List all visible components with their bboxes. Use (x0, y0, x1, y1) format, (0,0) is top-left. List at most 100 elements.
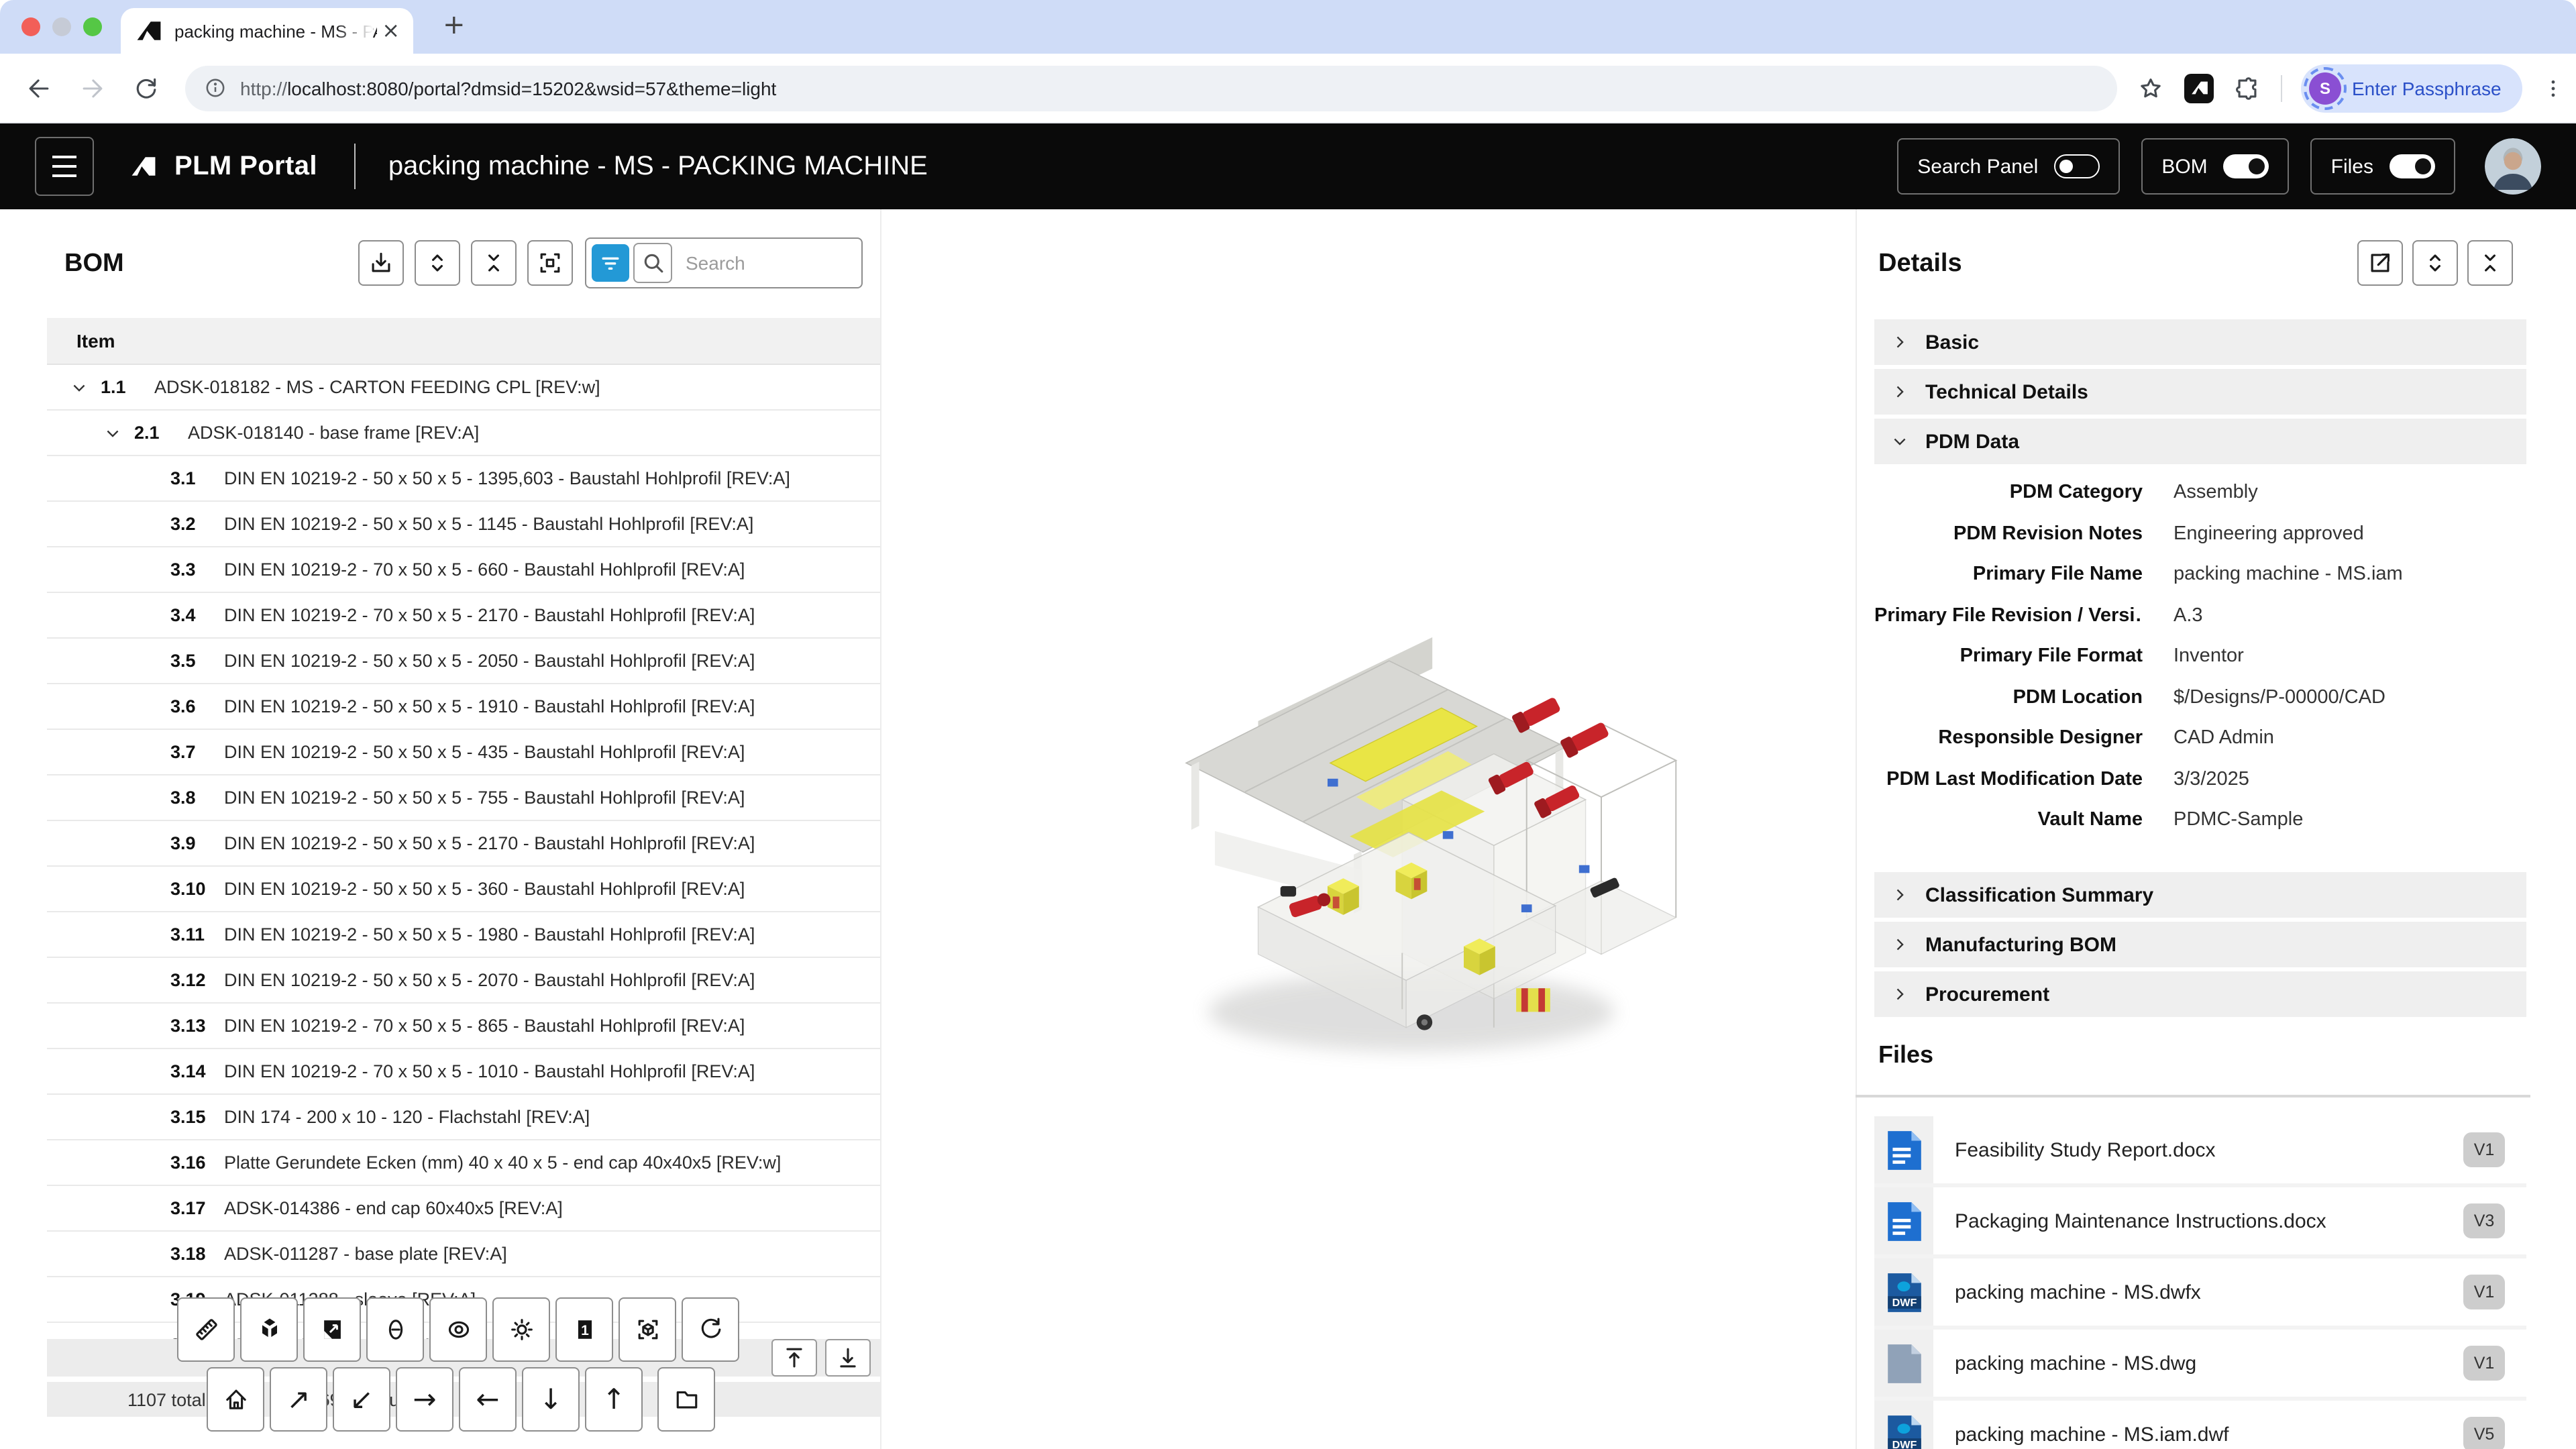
bom-row[interactable]: 3.10DIN EN 10219-2 - 50 x 50 x 5 - 360 -… (47, 867, 880, 912)
bom-row[interactable]: 3.14DIN EN 10219-2 - 70 x 50 x 5 - 1010 … (47, 1049, 880, 1095)
hide-ellipse-button[interactable] (366, 1297, 424, 1362)
minimize-window-button[interactable] (52, 17, 71, 36)
bom-row[interactable]: 3.4DIN EN 10219-2 - 70 x 50 x 5 - 2170 -… (47, 593, 880, 639)
fit-width-button[interactable] (527, 240, 573, 286)
file-row[interactable]: Feasibility Study Report.docxV1 (1874, 1116, 2526, 1183)
zoom-window-button[interactable] (83, 17, 102, 36)
bom-row[interactable]: 3.18ADSK-011287 - base plate [REV:A] (47, 1232, 880, 1277)
bom-row[interactable]: 3.13DIN EN 10219-2 - 70 x 50 x 5 - 865 -… (47, 1004, 880, 1049)
bom-row[interactable]: 3.2DIN EN 10219-2 - 50 x 50 x 5 - 1145 -… (47, 502, 880, 547)
bom-row[interactable]: 3.12DIN EN 10219-2 - 50 x 50 x 5 - 2070 … (47, 958, 880, 1004)
fit-view-button[interactable] (619, 1297, 676, 1362)
filter-icon[interactable] (592, 244, 629, 282)
bom-item-text: DIN EN 10219-2 - 50 x 50 x 5 - 1980 - Ba… (224, 924, 755, 945)
browser-menu-icon[interactable] (2542, 76, 2566, 100)
scroll-to-top-icon[interactable] (771, 1339, 817, 1377)
section-header-pdm-data[interactable]: PDM Data (1874, 419, 2526, 464)
collapse-all-button[interactable] (2467, 240, 2513, 286)
one-view-button[interactable]: 1 (555, 1297, 613, 1362)
section-header-procurement[interactable]: Procurement (1874, 971, 2526, 1017)
assembly-explode-button[interactable] (240, 1297, 298, 1362)
browser-tab-bar: packing machine - MS - PACK × + (0, 0, 2576, 54)
home-button[interactable] (207, 1367, 264, 1432)
close-window-button[interactable] (21, 17, 40, 36)
arrow-right-button[interactable]: → (396, 1367, 453, 1432)
section-header-basic[interactable]: Basic (1874, 319, 2526, 365)
bom-row[interactable]: 3.16Platte Gerundete Ecken (mm) 40 x 40 … (47, 1140, 880, 1186)
open-external-button[interactable] (2357, 240, 2403, 286)
file-row[interactable]: packing machine - MS.dwgV1 (1874, 1330, 2526, 1397)
bom-row[interactable]: 2.1ADSK-018140 - base frame [REV:A] (47, 411, 880, 456)
orbit-reset-button[interactable] (682, 1297, 739, 1362)
file-row[interactable]: DWFpacking machine - MS.iam.dwfV5 (1874, 1401, 2526, 1449)
pdm-field-value: Inventor (2174, 646, 2244, 667)
model-viewport[interactable] (1134, 564, 1684, 1093)
folder-button[interactable] (657, 1367, 715, 1432)
file-row[interactable]: Packaging Maintenance Instructions.docxV… (1874, 1187, 2526, 1254)
arrow-up-right-button[interactable]: ↗ (270, 1367, 327, 1432)
file-name: Packaging Maintenance Instructions.docx (1955, 1210, 2463, 1232)
browser-tab[interactable]: packing machine - MS - PACK × (121, 8, 413, 54)
bom-row[interactable]: 3.17ADSK-014386 - end cap 60x40x5 [REV:A… (47, 1186, 880, 1232)
collapse-all-button[interactable] (471, 240, 517, 286)
reload-icon[interactable] (131, 73, 161, 103)
details-sections-bottom: Classification SummaryManufacturing BOMP… (1874, 872, 2526, 1021)
screen: packing machine - MS - PACK × + http://l… (0, 0, 2576, 1449)
hamburger-menu-button[interactable] (35, 137, 94, 196)
arrow-left-button[interactable]: ← (459, 1367, 517, 1432)
nav-toggle-bom[interactable]: BOM (2141, 138, 2289, 195)
bom-row[interactable]: 3.3DIN EN 10219-2 - 70 x 50 x 5 - 660 - … (47, 547, 880, 593)
site-info-icon[interactable] (204, 76, 227, 99)
user-avatar[interactable] (2485, 138, 2541, 195)
details-panel: Details BasicTechnical DetailsPDM Data P… (1856, 209, 2530, 1449)
bom-row[interactable]: 3.5DIN EN 10219-2 - 50 x 50 x 5 - 2050 -… (47, 639, 880, 684)
toggle-switch-on[interactable] (2224, 154, 2269, 178)
bom-item-text: DIN EN 10219-2 - 70 x 50 x 5 - 865 - Bau… (224, 1016, 745, 1036)
expand-all-button[interactable] (2412, 240, 2458, 286)
pdm-field-row: PDM Location$/Designs/P-00000/CAD (1874, 677, 2526, 718)
download-button[interactable] (358, 240, 404, 286)
url-bar[interactable]: http://localhost:8080/portal?dmsid=15202… (185, 65, 2117, 111)
bom-row[interactable]: 3.7DIN EN 10219-2 - 50 x 50 x 5 - 435 - … (47, 730, 880, 775)
bom-row[interactable]: 3.6DIN EN 10219-2 - 50 x 50 x 5 - 1910 -… (47, 684, 880, 730)
nav-toggle-search-panel[interactable]: Search Panel (1897, 138, 2120, 195)
extensions-puzzle-icon[interactable] (2233, 73, 2262, 103)
section-header-manufacturing-bom[interactable]: Manufacturing BOM (1874, 922, 2526, 967)
tab-close-icon[interactable]: × (382, 20, 400, 42)
expand-all-button[interactable] (415, 240, 460, 286)
snapshot-button[interactable] (303, 1297, 361, 1362)
arrow-up-button[interactable]: ↑ (585, 1367, 643, 1432)
bom-row[interactable]: 3.1DIN EN 10219-2 - 50 x 50 x 5 - 1395,6… (47, 456, 880, 502)
enter-passphrase-button[interactable]: S Enter Passphrase (2301, 64, 2523, 112)
section-header-technical-details[interactable]: Technical Details (1874, 369, 2526, 415)
toggle-switch-off[interactable] (2054, 154, 2100, 178)
arrow-down-left-button[interactable]: ↙ (333, 1367, 390, 1432)
main-content: BOM Item 1.1ADSK-018182 - MS - CARTON FE… (0, 209, 2576, 1449)
nav-toggle-files[interactable]: Files (2311, 138, 2455, 195)
autodesk-extension-icon[interactable] (2184, 73, 2214, 103)
bom-item-text: ADSK-014386 - end cap 60x40x5 [REV:A] (224, 1198, 563, 1218)
search-input[interactable] (683, 251, 861, 275)
visibility-ring-button[interactable] (429, 1297, 487, 1362)
file-row[interactable]: DWFpacking machine - MS.dwfxV1 (1874, 1258, 2526, 1326)
nav-toggle-label: BOM (2161, 155, 2207, 178)
bookmark-star-icon[interactable] (2136, 73, 2165, 103)
pdm-field-label: Primary File Name (1874, 564, 2143, 586)
section-header-classification-summary[interactable]: Classification Summary (1874, 872, 2526, 918)
bom-row[interactable]: 3.8DIN EN 10219-2 - 50 x 50 x 5 - 755 - … (47, 775, 880, 821)
new-tab-button[interactable]: + (443, 11, 466, 38)
autodesk-logo-icon (129, 152, 158, 181)
back-icon[interactable] (24, 73, 54, 103)
bom-row[interactable]: 1.1ADSK-018182 - MS - CARTON FEEDING CPL… (47, 365, 880, 411)
forward-icon[interactable] (78, 73, 107, 103)
bom-row[interactable]: 3.15DIN 174 - 200 x 10 - 120 - Flachstah… (47, 1095, 880, 1140)
toggle-switch-on[interactable] (2390, 154, 2435, 178)
measure-button[interactable] (177, 1297, 235, 1362)
bom-row[interactable]: 3.9DIN EN 10219-2 - 50 x 50 x 5 - 2170 -… (47, 821, 880, 867)
brightness-button[interactable] (492, 1297, 550, 1362)
scroll-to-bottom-icon[interactable] (825, 1339, 871, 1377)
arrow-down-button[interactable]: ↓ (522, 1367, 580, 1432)
bom-row[interactable]: 3.11DIN EN 10219-2 - 50 x 50 x 5 - 1980 … (47, 912, 880, 958)
search-icon[interactable] (633, 243, 672, 283)
open-external-icon (2365, 248, 2395, 278)
